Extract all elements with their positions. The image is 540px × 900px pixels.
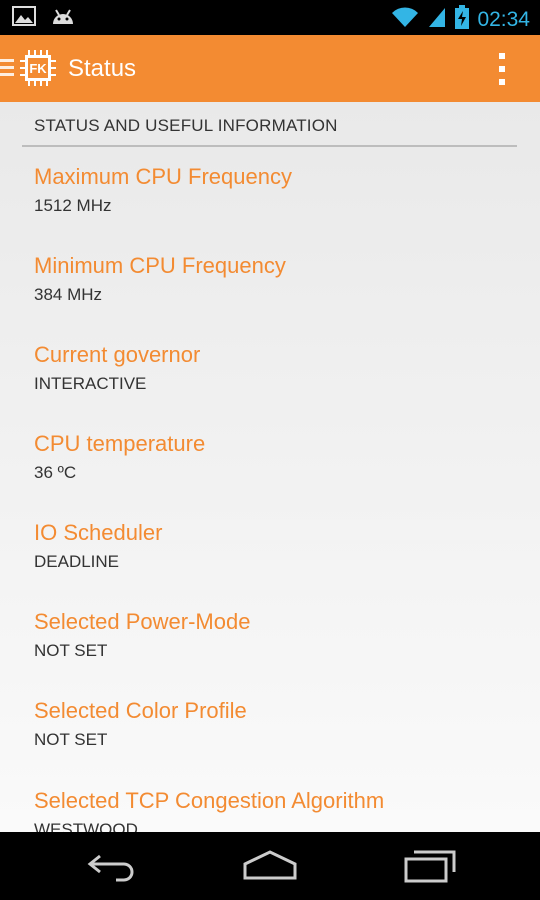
list-item-color-profile[interactable]: Selected Color Profile NOT SET [34,698,247,750]
list-item-tcp-congestion[interactable]: Selected TCP Congestion Algorithm WESTWO… [34,788,384,832]
item-label: CPU temperature [34,431,206,456]
overflow-menu-icon[interactable] [498,53,506,85]
item-value: 1512 MHz [34,196,112,215]
item-label: Selected Power-Mode [34,609,251,634]
section-header: STATUS AND USEFUL INFORMATION [34,116,338,135]
item-value: INTERACTIVE [34,374,147,393]
drawer-indicator-icon[interactable] [0,59,14,79]
status-list[interactable]: STATUS AND USEFUL INFORMATION Maximum CP… [0,102,540,832]
gallery-icon [12,6,36,31]
logo-text: FK [29,61,47,76]
item-value: NOT SET [34,730,108,749]
status-bar: 02:34 [0,0,540,35]
item-label: Maximum CPU Frequency [34,164,292,189]
item-value: 36 ºC [34,463,77,482]
item-label: IO Scheduler [34,520,163,545]
battery-charging-icon [455,5,470,34]
recents-icon[interactable] [404,848,456,889]
list-item-cpu-temperature[interactable]: CPU temperature 36 ºC [34,431,205,483]
cell-signal-icon [427,5,447,34]
list-item-min-cpu-frequency[interactable]: Minimum CPU Frequency 384 MHz [34,253,286,305]
item-value: DEADLINE [34,552,120,571]
item-label: Selected TCP Congestion Algorithm [34,788,385,813]
section-divider [22,145,517,147]
page-title: Status [68,55,137,82]
list-item-max-cpu-frequency[interactable]: Maximum CPU Frequency 1512 MHz [34,164,292,216]
item-label: Selected Color Profile [34,698,247,723]
clock: 02:34 [477,7,530,31]
item-value: NOT SET [34,641,108,660]
app-logo-icon[interactable]: FK [19,49,57,87]
list-item-io-scheduler[interactable]: IO Scheduler DEADLINE [34,520,162,572]
navigation-bar [0,832,540,900]
item-label: Minimum CPU Frequency [34,253,286,278]
wifi-icon [391,5,419,34]
action-bar: FK Status [0,35,540,102]
item-value: 384 MHz [34,285,103,304]
list-item-current-governor[interactable]: Current governor INTERACTIVE [34,342,200,394]
back-icon[interactable] [86,848,138,889]
list-item-power-mode[interactable]: Selected Power-Mode NOT SET [34,609,250,661]
item-value: WESTWOOD [34,820,138,832]
item-label: Current governor [34,342,201,367]
home-icon[interactable] [242,848,298,889]
android-debug-icon [50,6,76,31]
